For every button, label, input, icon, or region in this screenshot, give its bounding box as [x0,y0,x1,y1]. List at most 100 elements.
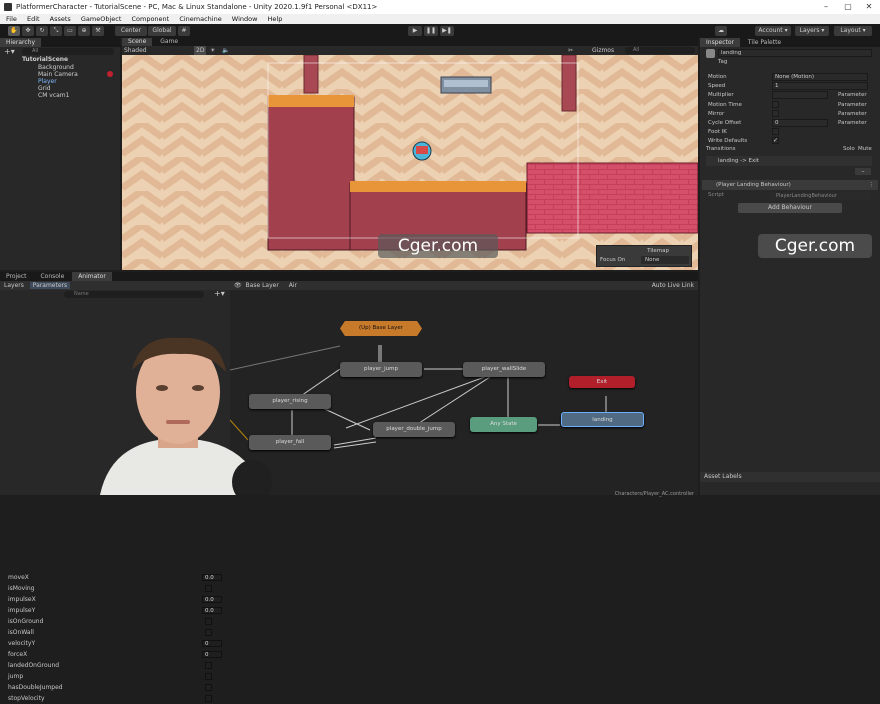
parameter-toggle-label[interactable]: Parameter [838,101,867,110]
tab-game[interactable]: Game [154,38,184,46]
component-menu-icon[interactable]: ⋮ [869,180,875,190]
play-button[interactable]: ▶ [408,26,422,36]
add-parameter-icon[interactable]: +▾ [214,289,225,298]
eye-icon[interactable]: 👁 [230,282,242,289]
tab-tile-palette[interactable]: Tile Palette [742,38,787,47]
remove-transition-button[interactable]: – [855,168,871,175]
tab-layers[interactable]: Layers [0,282,28,289]
menu-component[interactable]: Component [131,15,169,23]
close-icon[interactable]: ✕ [858,0,880,14]
scale-tool-icon[interactable]: ⤡ [50,26,62,36]
node-player-double-jump[interactable]: player_double_jump [373,422,455,437]
parameter-checkbox[interactable] [205,695,212,702]
maximize-icon[interactable]: ▢ [837,0,859,14]
shading-dropdown[interactable]: Shaded [124,46,147,55]
account-dropdown[interactable]: Account ▾ [755,26,791,36]
parameter-row[interactable]: landedOnGround [8,660,226,671]
collab-icon[interactable]: ☁ [715,26,727,36]
hierarchy-item-background[interactable]: Background [38,64,74,71]
parameter-row[interactable]: forceX 0 [8,649,226,660]
inspector-checkbox[interactable] [772,128,779,136]
inspector-field[interactable]: 1 [772,82,868,91]
tab-parameters[interactable]: Parameters [29,282,71,289]
parameter-row[interactable]: isMoving [8,583,226,594]
menu-help[interactable]: Help [268,15,283,23]
menu-window[interactable]: Window [232,15,258,23]
parameter-value-field[interactable]: 0.0 [202,574,222,581]
breadcrumb-base-layer[interactable]: Base Layer [244,282,279,289]
node-player-jump[interactable]: player_jump [340,362,422,377]
move-tool-icon[interactable]: ✥ [22,26,34,36]
inspector-field[interactable]: 0 [772,119,828,127]
node-player-wallslide[interactable]: player_wallSlide [463,362,545,377]
pause-button[interactable]: ❚❚ [424,26,438,36]
hierarchy-item-cm-vcam[interactable]: CM vcam1 [38,92,69,99]
animator-graph[interactable]: 👁 Base Layer Air Auto Live Link (Up) Bas… [230,281,698,497]
auto-live-link-button[interactable]: Auto Live Link [652,281,694,290]
menu-cinemachine[interactable]: Cinemachine [179,15,221,23]
focus-dropdown[interactable]: None [641,256,689,264]
parameter-checkbox[interactable] [205,618,212,625]
parameter-row[interactable]: moveX 0.0 [8,572,226,583]
hierarchy-item-scene[interactable]: TutorialScene [22,56,68,63]
layers-dropdown[interactable]: Layers ▾ [795,26,829,36]
tab-hierarchy[interactable]: Hierarchy [0,38,42,47]
node-exit[interactable]: Exit [569,376,635,388]
scene-search-input[interactable]: All [625,47,695,54]
pivot-center-button[interactable]: Center [115,26,147,36]
minimize-icon[interactable]: – [815,0,837,14]
add-icon[interactable]: +▾ [4,47,15,56]
parameter-row[interactable]: isOnWall [8,627,226,638]
layout-dropdown[interactable]: Layout ▾ [834,26,872,36]
menu-gameobject[interactable]: GameObject [81,15,122,23]
parameter-checkbox[interactable] [205,662,212,669]
parameter-row[interactable]: jump [8,671,226,682]
hierarchy-item-main-camera[interactable]: Main Camera [38,71,78,78]
inspector-checkbox[interactable]: ✓ [772,137,779,145]
transition-row[interactable]: landing -> Exit [706,156,872,166]
state-name-field[interactable]: landing [718,49,872,57]
behaviour-header[interactable]: (Player Landing Behaviour) ⋮ [702,180,878,190]
menu-file[interactable]: File [6,15,17,23]
breadcrumb-air[interactable]: Air [281,282,297,289]
parameter-search-input[interactable]: Name [64,291,204,298]
parameter-value-field[interactable]: 0 [202,640,222,647]
tab-scene[interactable]: Scene [122,38,153,46]
parameter-row[interactable]: impulseY 0.0 [8,605,226,616]
inspector-checkbox[interactable] [772,100,779,108]
rect-tool-icon[interactable]: ▭ [64,26,76,36]
hierarchy-search-input[interactable]: All [22,48,114,55]
tools-icon[interactable]: ✂ [568,46,573,55]
parameter-toggle-label[interactable]: Parameter [838,110,867,119]
parameter-row[interactable]: velocityY 0 [8,638,226,649]
gizmos-dropdown[interactable]: Gizmos [592,46,614,55]
inspector-checkbox[interactable] [772,109,779,117]
menu-assets[interactable]: Assets [50,15,71,23]
snap-icon[interactable]: # [178,26,190,36]
2d-toggle[interactable]: 2D [194,46,207,55]
inspector-field[interactable]: None (Motion) [772,73,868,81]
parameter-checkbox[interactable] [205,585,212,592]
parameter-row[interactable]: isOnGround [8,616,226,627]
parameter-value-field[interactable]: 0.0 [202,607,222,614]
node-landing[interactable]: landing [561,412,644,427]
parameter-row[interactable]: stopVelocity [8,693,226,704]
parameter-toggle-label[interactable]: Parameter [838,91,867,100]
inspector-field[interactable] [772,91,828,100]
transform-tool-icon[interactable]: ⊕ [78,26,90,36]
tab-inspector[interactable]: Inspector [700,38,740,47]
tab-console[interactable]: Console [34,272,70,281]
node-up-base-layer[interactable]: (Up) Base Layer [340,321,422,336]
hierarchy-item-player[interactable]: Player [38,78,57,85]
tab-animator[interactable]: Animator [72,272,112,281]
parameter-checkbox[interactable] [205,684,212,691]
menu-edit[interactable]: Edit [27,15,40,23]
hand-tool-icon[interactable]: ✋ [8,26,20,36]
audio-icon[interactable]: 🔈 [222,46,229,55]
parameter-value-field[interactable]: 0.0 [202,596,222,603]
parameter-checkbox[interactable] [205,673,212,680]
node-any-state[interactable]: Any State [470,417,537,432]
step-button[interactable]: ▶❚ [440,26,454,36]
parameter-toggle-label[interactable]: Parameter [838,119,867,128]
parameter-value-field[interactable]: 0 [202,651,222,658]
